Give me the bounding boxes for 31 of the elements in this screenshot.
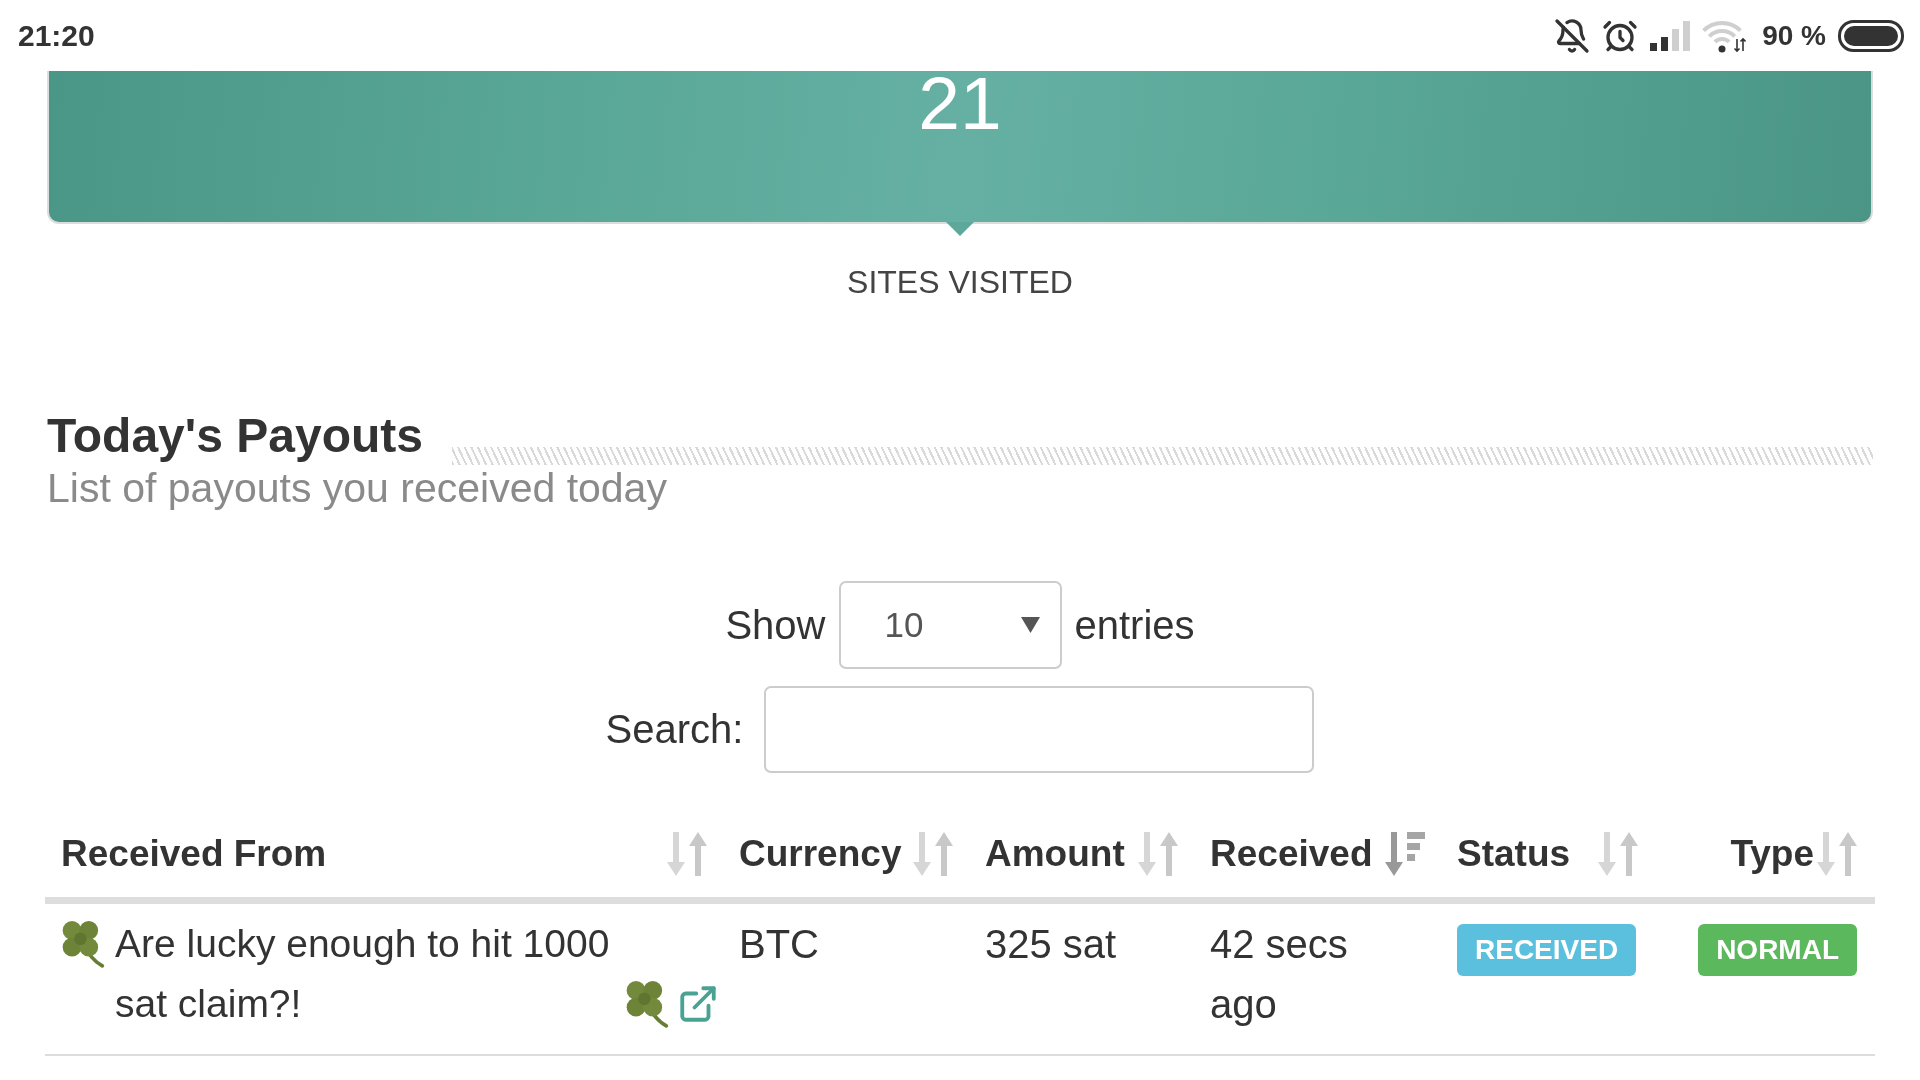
column-header[interactable]: Type [1654, 811, 1873, 897]
show-label: Show [725, 602, 826, 648]
signal-bars-icon [1650, 20, 1691, 51]
site-name: Are lucky enough to hit 1000 sat claim?! [115, 921, 611, 1027]
status-tag: RECEIVED [1457, 924, 1637, 976]
clock-time: 21:20 [18, 18, 95, 53]
column-header[interactable]: Currency [723, 811, 969, 897]
search-label: Search: [605, 707, 744, 752]
entries-label: entries [1074, 602, 1195, 648]
external-link-icon[interactable] [677, 983, 719, 1025]
battery-icon [1838, 19, 1904, 52]
wifi-icon [1702, 18, 1747, 53]
column-header[interactable]: Status [1441, 811, 1654, 897]
entries-select[interactable]: 10 [838, 581, 1062, 669]
clover-icon [61, 920, 105, 968]
caret-icon [1020, 617, 1040, 633]
stat-value: 21 [918, 71, 1002, 135]
section-subtitle: List of payouts you received today [47, 465, 667, 511]
stat-label: SITES VISITED [847, 263, 1073, 302]
table-cell-text: 42 secs ago [1209, 921, 1349, 1028]
section-title: Today's Payouts [47, 410, 423, 462]
battery-percent: 90 % [1762, 19, 1826, 52]
column-header[interactable]: Amount [969, 811, 1194, 897]
bell-off-icon [1554, 17, 1591, 54]
table-cell-text: 325 sat [984, 921, 1118, 968]
clover-icon [625, 980, 669, 1028]
column-header[interactable]: Received From [45, 811, 723, 897]
search-field[interactable] [764, 686, 1315, 773]
column-header[interactable]: Received [1194, 811, 1441, 897]
table-cell-text: BTC [738, 921, 820, 968]
type-tag: NORMAL [1698, 924, 1857, 976]
